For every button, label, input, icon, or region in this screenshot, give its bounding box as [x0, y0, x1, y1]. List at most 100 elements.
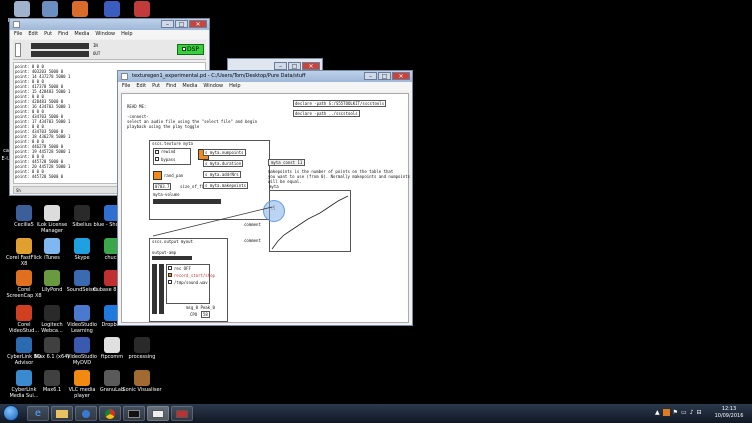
instructions-comment: -connect- select an audio file using the… — [127, 114, 258, 129]
menu-item-put[interactable]: Put — [152, 82, 160, 91]
dsp-toggle-box[interactable] — [15, 43, 21, 57]
desktop-app-icon — [44, 305, 60, 321]
tray-app-icon[interactable] — [662, 409, 670, 416]
file-number-box[interactable]: 0703.7 — [153, 183, 172, 190]
pd-window-icon — [13, 21, 20, 28]
declare-object-1[interactable]: declare -path G:/S55TOOLKIT/sscstools — [293, 100, 387, 107]
menu-item-find[interactable]: Find — [166, 82, 176, 91]
taskbar-ie-icon[interactable]: e — [27, 406, 49, 421]
menu-item-window[interactable]: Window — [95, 30, 115, 39]
desktop-app-icon — [74, 238, 90, 254]
array-label: myta — [269, 184, 279, 189]
bypass-toggle[interactable] — [155, 157, 159, 161]
menu-item-media[interactable]: Media — [182, 82, 197, 91]
tray-volume-icon[interactable]: ♪ — [690, 409, 694, 416]
menu-item-window[interactable]: Window — [203, 82, 223, 91]
menu-item-help[interactable]: Help — [229, 82, 240, 91]
makepoints-comment: makepoints is the number of points on th… — [268, 169, 411, 184]
desktop-app-icon — [72, 1, 88, 17]
pd-patch-icon — [121, 73, 128, 80]
taskbar: e ▲ ⚑ ▭ ♪ ⊟ 12:13 10/09/2016 — [0, 404, 752, 423]
close-button[interactable]: ✕ — [302, 62, 320, 70]
myta-const-message[interactable]: myta const 11 — [268, 159, 306, 166]
open-file-bang[interactable] — [168, 280, 172, 284]
send-numpoints[interactable]: s myta.numpoints — [203, 149, 246, 156]
desktop-app-icon — [104, 370, 120, 386]
close-button[interactable]: ✕ — [392, 72, 410, 80]
taskbar-pd-icon[interactable] — [147, 406, 169, 421]
vu-meter-left — [152, 264, 157, 314]
audio-in-meter — [31, 43, 89, 49]
menu-item-put[interactable]: Put — [44, 30, 52, 39]
tray-flag-icon[interactable]: ⚑ — [673, 409, 678, 416]
desktop-icon[interactable]: processing — [122, 337, 162, 360]
pd-main-menubar: File Edit Put Find Media Window Help — [10, 30, 209, 39]
desktop-app-icon — [74, 270, 90, 286]
desktop-app-icon — [134, 1, 150, 17]
send-addr[interactable]: s myta.addrNrs — [203, 171, 241, 178]
audio-meters-panel: IN OUT DSP — [13, 40, 206, 60]
start-button[interactable] — [3, 405, 19, 421]
desktop-app-icon — [44, 270, 60, 286]
desktop-app-icon — [104, 337, 120, 353]
menu-item-help[interactable]: Help — [121, 30, 132, 39]
desktop-app-icon — [134, 337, 150, 353]
desktop-app-icon — [104, 1, 120, 17]
rec-toggle[interactable] — [168, 266, 172, 270]
desktop-app-icon — [16, 205, 32, 221]
send-duration[interactable]: s myta.duration — [203, 160, 244, 167]
taskbar-terminal-icon[interactable] — [123, 406, 145, 421]
desktop-app-icon — [16, 337, 32, 353]
menu-item-media[interactable]: Media — [74, 30, 89, 39]
pd-main-titlebar[interactable]: – □ ✕ — [10, 19, 209, 30]
rewind-bypass-panel: rewind bypass — [153, 148, 191, 165]
menu-item-file[interactable]: File — [14, 30, 22, 39]
audio-out-meter — [31, 51, 89, 57]
texture-object-label: sscs.texture myta — [152, 141, 193, 146]
desktop: { "desktop": { "icons_top": [ {"label": … — [0, 0, 752, 423]
audio-in-label: IN — [93, 43, 98, 48]
taskbar-explorer-icon[interactable] — [51, 406, 73, 421]
desktop-app-icon — [16, 370, 32, 386]
minimize-button[interactable]: – — [161, 20, 174, 28]
maximize-button[interactable]: □ — [378, 72, 391, 80]
desktop-app-icon — [44, 370, 60, 386]
patch-canvas[interactable]: READ ME: -connect- select an audio file … — [121, 93, 411, 323]
tray-arrow-icon[interactable]: ▲ — [655, 409, 660, 416]
menu-item-edit[interactable]: Edit — [28, 30, 38, 39]
rand-pan-toggle[interactable] — [153, 171, 162, 180]
tray-network-icon[interactable]: ▭ — [681, 409, 687, 416]
minimize-button[interactable]: – — [364, 72, 377, 80]
maximize-button[interactable]: □ — [288, 62, 301, 70]
system-tray: ▲ ⚑ ▭ ♪ ⊟ — [655, 409, 702, 416]
menu-item-find[interactable]: Find — [58, 30, 68, 39]
patch-titlebar[interactable]: texturegen1_experimental.pd - C:/Users/T… — [118, 71, 412, 82]
tray-device-icon[interactable]: ⊟ — [697, 409, 702, 416]
menu-item-edit[interactable]: Edit — [136, 82, 146, 91]
status-text: Sh — [16, 188, 21, 193]
desktop-app-icon — [44, 238, 60, 254]
desktop-app-icon — [134, 370, 150, 386]
output-amp-slider[interactable] — [152, 256, 192, 260]
vu-meter-right — [159, 264, 164, 314]
desktop-app-icon — [14, 1, 30, 17]
minimize-button[interactable]: – — [274, 62, 287, 70]
clock[interactable]: 12:13 10/09/2016 — [710, 406, 748, 420]
audio-out-label: OUT — [93, 51, 101, 56]
taskbar-media-icon[interactable] — [75, 406, 97, 421]
close-button[interactable]: ✕ — [189, 20, 207, 28]
record-bang[interactable] — [168, 273, 172, 277]
rewind-toggle[interactable] — [155, 150, 159, 154]
output-gop[interactable]: sscs.output myout output-amp rec OFF rec… — [149, 238, 228, 322]
taskbar-chrome-icon[interactable] — [99, 406, 121, 421]
menu-item-file[interactable]: File — [122, 82, 130, 91]
send-makepoints[interactable]: s myta.makepoints — [203, 182, 248, 189]
patch-window[interactable]: texturegen1_experimental.pd - C:/Users/T… — [117, 70, 413, 326]
maximize-button[interactable]: □ — [175, 20, 188, 28]
declare-object-2[interactable]: declare -path ../sscstools — [293, 110, 360, 117]
taskbar-pd-patch-icon[interactable] — [171, 406, 193, 421]
desktop-app-icon — [44, 205, 60, 221]
dsp-button[interactable]: DSP — [177, 44, 204, 55]
desktop-app-icon — [42, 1, 58, 17]
desktop-icon[interactable]: Sonic Visualiser — [122, 370, 162, 393]
